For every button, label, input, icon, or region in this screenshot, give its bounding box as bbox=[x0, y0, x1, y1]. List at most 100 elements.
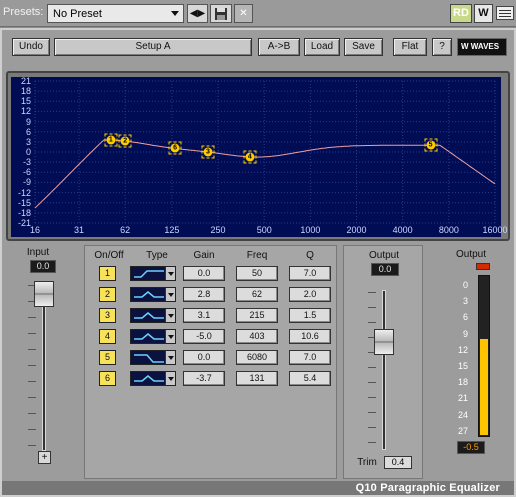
x-tick-label: 16 bbox=[29, 225, 41, 235]
chevron-down-icon bbox=[165, 372, 175, 385]
band-onoff-button[interactable]: 5 bbox=[99, 350, 116, 365]
band-type-select[interactable] bbox=[130, 329, 176, 344]
y-tick-label: 0 bbox=[25, 147, 31, 157]
band-type-select[interactable] bbox=[130, 308, 176, 323]
input-value[interactable]: 0.0 bbox=[30, 260, 56, 273]
y-tick-label: 6 bbox=[25, 126, 31, 137]
band-q-value[interactable]: 7.0 bbox=[289, 266, 331, 281]
band-gain-value[interactable]: -5.0 bbox=[183, 329, 225, 344]
band-type-select[interactable] bbox=[130, 350, 176, 365]
band-q-value[interactable]: 5.4 bbox=[289, 371, 331, 386]
band-type-select[interactable] bbox=[130, 371, 176, 386]
band-onoff-button[interactable]: 1 bbox=[99, 266, 116, 281]
band-gain-value[interactable]: 2.8 bbox=[183, 287, 225, 302]
band-node[interactable]: 6 bbox=[168, 141, 182, 155]
band-q-value[interactable]: 2.0 bbox=[289, 287, 331, 302]
band-type-select[interactable] bbox=[130, 266, 176, 281]
band-freq-value[interactable]: 215 bbox=[236, 308, 278, 323]
band-freq-value[interactable]: 50 bbox=[236, 266, 278, 281]
eq-graph[interactable]: 21 18 15 12 9 6 3 0 -3 -6 -9 -12 -15 -18 -21 16 31 62 125… bbox=[11, 77, 508, 237]
filter-shape-icon bbox=[134, 354, 164, 363]
flat-button[interactable]: Flat bbox=[393, 38, 427, 56]
band-node[interactable]: 3 bbox=[201, 145, 215, 159]
band-node[interactable]: 5 bbox=[424, 138, 438, 152]
y-tick-label: -18 bbox=[17, 207, 31, 218]
input-label: Input bbox=[26, 247, 50, 258]
band-gain-value[interactable]: -3.7 bbox=[183, 371, 225, 386]
input-fader-ticks bbox=[28, 285, 36, 446]
floppy-disk-icon bbox=[215, 8, 227, 20]
freq-header: Freq bbox=[246, 250, 268, 261]
band-freq-value[interactable]: 6080 bbox=[236, 350, 278, 365]
filter-shape-icon bbox=[134, 375, 164, 382]
load-button[interactable]: Load bbox=[304, 38, 340, 56]
filter-shape-icon bbox=[134, 291, 164, 298]
a-to-b-button[interactable]: A->B bbox=[258, 38, 300, 56]
band-onoff-button[interactable]: 3 bbox=[99, 308, 116, 323]
meter-scale-label: 3 bbox=[462, 296, 468, 307]
chevron-down-icon bbox=[165, 267, 175, 280]
band-node-label: 2 bbox=[120, 136, 130, 146]
plugin-window: Undo Setup A A->B Load Save Flat ? W WAV… bbox=[0, 28, 516, 497]
band-gain-value[interactable]: 0.0 bbox=[183, 350, 225, 365]
chevron-down-icon bbox=[165, 330, 175, 343]
setup-button[interactable]: Setup A bbox=[54, 38, 252, 56]
band-onoff-button[interactable]: 2 bbox=[99, 287, 116, 302]
band-node[interactable]: 4 bbox=[243, 150, 257, 164]
y-tick-label: -6 bbox=[22, 167, 31, 178]
band-q-value[interactable]: 1.5 bbox=[289, 308, 331, 323]
close-button[interactable]: ✕ bbox=[234, 4, 253, 23]
band-freq-value[interactable]: 403 bbox=[236, 329, 278, 344]
x-tick-label: 500 bbox=[256, 225, 272, 235]
band-gain-value[interactable]: 0.0 bbox=[183, 266, 225, 281]
y-tick-label: 12 bbox=[20, 106, 31, 117]
x-tick-label: 16000 bbox=[482, 225, 508, 235]
band-node-label: 6 bbox=[170, 143, 180, 153]
meter-scale-label: 24 bbox=[457, 409, 468, 420]
gain-header: Gain bbox=[193, 250, 215, 261]
undo-button[interactable]: Undo bbox=[12, 38, 50, 56]
x-tick-label: 1000 bbox=[300, 225, 321, 235]
clip-indicator[interactable] bbox=[476, 263, 490, 270]
band-gain-value[interactable]: 3.1 bbox=[183, 308, 225, 323]
output-fader-track bbox=[382, 290, 386, 450]
band-node[interactable]: 1 bbox=[104, 133, 118, 147]
band-onoff-button[interactable]: 6 bbox=[99, 371, 116, 386]
trim-value[interactable]: 0.4 bbox=[384, 456, 412, 469]
y-tick-label: -9 bbox=[22, 177, 31, 188]
output-value[interactable]: 0.0 bbox=[371, 263, 399, 276]
band-node-label: 1 bbox=[106, 135, 116, 145]
output-fader-handle[interactable] bbox=[374, 329, 394, 355]
save-button[interactable]: Save bbox=[344, 38, 383, 56]
band-onoff-button[interactable]: 4 bbox=[99, 329, 116, 344]
onoff-header: On/Off bbox=[94, 250, 124, 261]
preset-nav-arrows-button[interactable]: ◀▶ bbox=[187, 4, 208, 23]
band-node[interactable]: 2 bbox=[118, 134, 132, 148]
waves-logo-text: WAVES bbox=[470, 42, 500, 51]
input-fader-handle[interactable] bbox=[34, 281, 54, 307]
rd-toggle-button[interactable]: RD bbox=[450, 4, 472, 23]
band-node-label: 4 bbox=[245, 152, 255, 162]
help-button[interactable]: ? bbox=[432, 38, 452, 56]
close-icon: ✕ bbox=[239, 8, 248, 19]
y-tick-label: 15 bbox=[20, 96, 31, 107]
band-type-select[interactable] bbox=[130, 287, 176, 302]
preset-dropdown[interactable]: No Preset bbox=[47, 4, 184, 23]
peak-readout[interactable]: -0.5 bbox=[457, 441, 485, 454]
chevron-down-icon bbox=[171, 11, 179, 16]
band-node-label: 3 bbox=[203, 147, 213, 157]
x-tick-label: 125 bbox=[164, 225, 180, 235]
save-preset-button[interactable] bbox=[210, 4, 232, 23]
output-fader-ticks bbox=[368, 292, 376, 443]
band-q-value[interactable]: 10.6 bbox=[289, 329, 331, 344]
band-freq-value[interactable]: 131 bbox=[236, 371, 278, 386]
y-tick-label: -21 bbox=[17, 218, 31, 228]
filter-shape-icon bbox=[134, 333, 164, 340]
keyboard-icon[interactable] bbox=[496, 6, 514, 20]
input-link-button[interactable]: + bbox=[38, 451, 51, 464]
band-freq-value[interactable]: 62 bbox=[236, 287, 278, 302]
band-q-value[interactable]: 7.0 bbox=[289, 350, 331, 365]
x-tick-label: 2000 bbox=[346, 225, 367, 235]
y-tick-label: 3 bbox=[25, 136, 31, 147]
w-toggle-button[interactable]: W bbox=[474, 4, 493, 23]
